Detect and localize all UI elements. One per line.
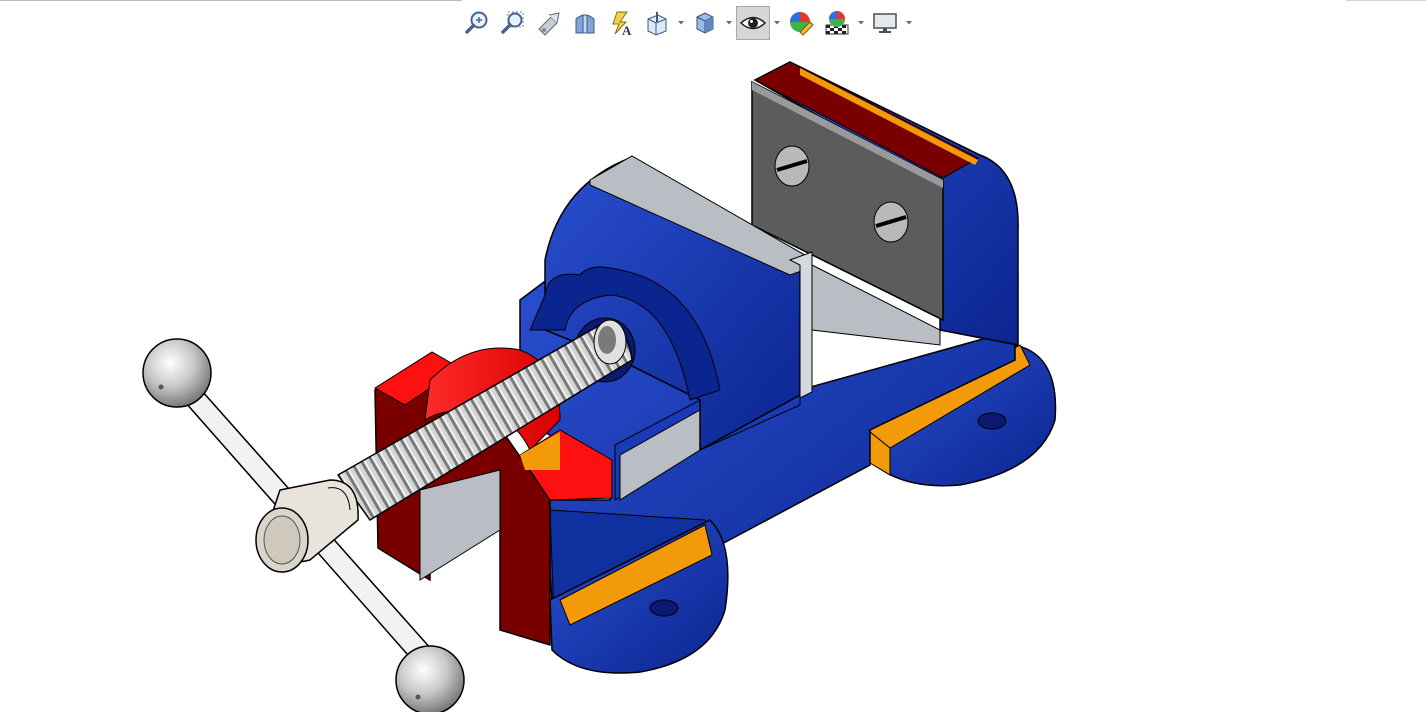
display-style-dropdown[interactable]	[724, 6, 734, 40]
chevron-down-icon	[774, 21, 780, 25]
apply-scene-dropdown[interactable]	[856, 6, 866, 40]
annotation-view-icon: A	[612, 11, 632, 37]
view-orientation-dropdown[interactable]	[676, 6, 686, 40]
appearance-icon	[790, 12, 814, 36]
zoom-fit-icon	[465, 11, 488, 34]
hide-show-items-button[interactable]	[736, 6, 770, 40]
chevron-down-icon	[726, 21, 732, 25]
view-orientation-button[interactable]	[640, 6, 674, 40]
view-orientation-icon	[647, 12, 667, 36]
heads-up-view-toolbar: A	[460, 4, 914, 42]
chevron-down-icon	[678, 21, 684, 25]
svg-text:A: A	[622, 23, 632, 37]
dynamic-annotation-views-button[interactable]: A	[604, 6, 638, 40]
zoom-area-icon	[501, 11, 524, 34]
eye-icon	[739, 16, 767, 30]
apply-scene-button[interactable]	[820, 6, 854, 40]
chevron-down-icon	[858, 21, 864, 25]
scene-icon	[825, 11, 849, 35]
section-view-button[interactable]	[568, 6, 602, 40]
chevron-down-icon	[906, 21, 912, 25]
zoom-to-fit-button[interactable]	[460, 6, 494, 40]
vise-model	[142, 61, 1057, 712]
zoom-to-area-button[interactable]	[496, 6, 530, 40]
section-view-icon	[575, 14, 595, 34]
graphics-area[interactable]	[0, 44, 1426, 712]
previous-view-icon	[538, 12, 560, 36]
display-style-button[interactable]	[688, 6, 722, 40]
display-style-icon	[696, 12, 714, 34]
view-settings-dropdown[interactable]	[904, 6, 914, 40]
view-settings-button[interactable]	[868, 6, 902, 40]
edit-appearance-button[interactable]	[784, 6, 818, 40]
previous-view-button[interactable]	[532, 6, 566, 40]
window-top-border-right	[1346, 0, 1426, 1]
monitor-icon	[873, 13, 897, 33]
window-top-border	[0, 0, 462, 1]
hide-show-items-dropdown[interactable]	[772, 6, 782, 40]
